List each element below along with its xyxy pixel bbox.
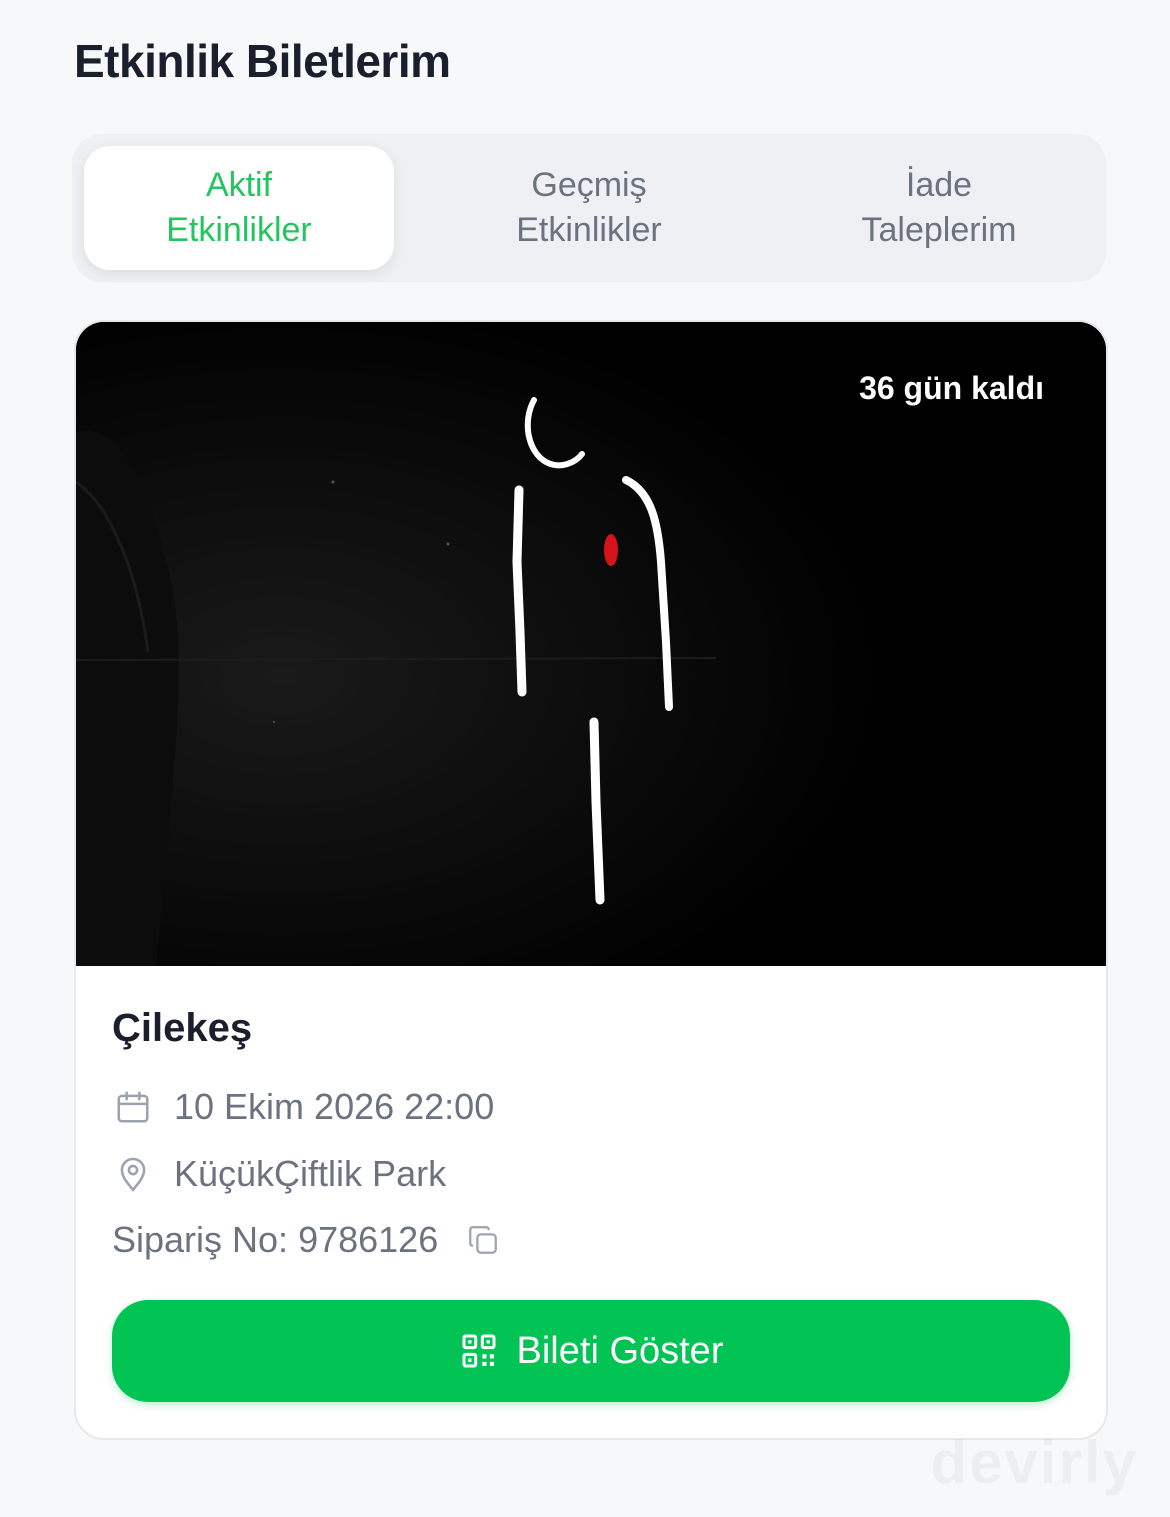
tab-bar: Aktif Etkinlikler Geçmiş Etkinlikler İad… [72,134,1106,282]
tab-refund-requests[interactable]: İade Taleplerim [784,146,1094,270]
show-ticket-label: Bileti Göster [516,1329,724,1372]
tab-active-events[interactable]: Aktif Etkinlikler [84,146,394,270]
event-ticket-card[interactable]: 36 gün kaldı Çilekeş 10 Ekim 2026 22:00 … [74,320,1108,1440]
tab-label-line1: Aktif [205,166,273,204]
tab-past-events[interactable]: Geçmiş Etkinlikler [434,146,744,270]
copy-icon[interactable] [464,1221,502,1259]
watermark: devirly [931,1428,1138,1497]
tab-label-line2: Etkinlikler [166,211,312,249]
event-datetime: 10 Ekim 2026 22:00 [174,1086,495,1127]
show-ticket-button[interactable]: Bileti Göster [112,1300,1070,1402]
event-title: Çilekeş [112,1006,253,1050]
qr-code-icon [459,1331,499,1371]
event-poster-image: 36 gün kaldı [76,322,1106,966]
tab-label-line2: Etkinlikler [516,211,662,249]
tab-label-line1: Geçmiş [531,166,647,204]
event-venue-row: KüçükÇiftlik Park [112,1153,446,1195]
event-venue: KüçükÇiftlik Park [174,1153,447,1194]
calendar-icon [112,1086,154,1128]
order-number: Sipariş No: 9786126 [112,1219,439,1260]
event-date-row: 10 Ekim 2026 22:00 [112,1086,494,1128]
order-number-row: Sipariş No: 9786126 [112,1219,502,1261]
location-pin-icon [112,1153,154,1195]
tab-label-line2: Taleplerim [861,211,1017,249]
page-title: Etkinlik Biletlerim [74,35,451,87]
tab-label-line1: İade [905,166,973,204]
days-left-badge: 36 gün kaldı [859,370,1044,406]
